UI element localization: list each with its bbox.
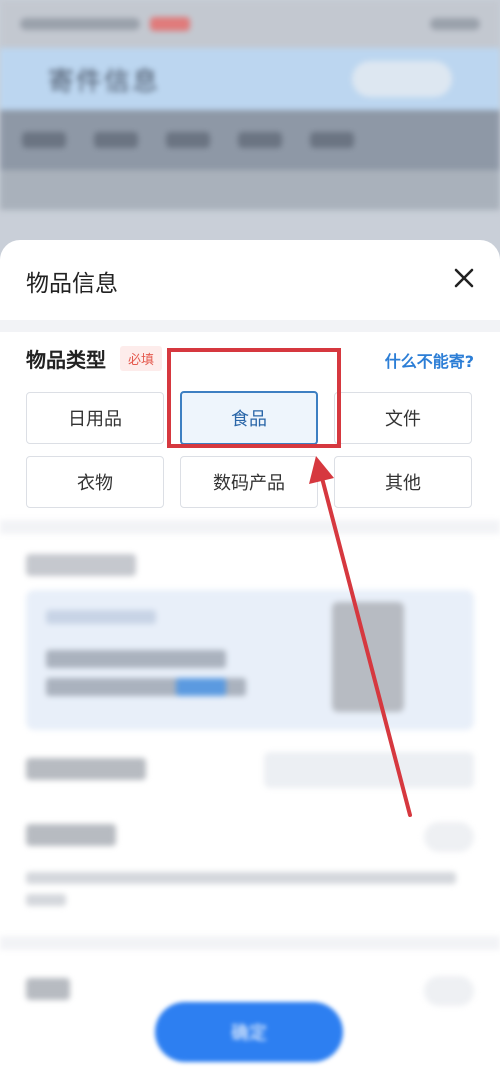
option-digital-products[interactable]: 数码产品 — [180, 456, 318, 508]
toggle-switch-2[interactable] — [424, 976, 474, 1006]
item-type-section: 物品类型 必填 什么不能寄? 日用品 食品 文件 衣物 数码产品 其他 — [0, 332, 500, 520]
quantity-stepper[interactable] — [264, 752, 474, 788]
option-documents[interactable]: 文件 — [334, 392, 472, 444]
required-badge: 必填 — [120, 346, 163, 371]
section-divider — [0, 320, 500, 332]
option-clothing[interactable]: 衣物 — [26, 456, 164, 508]
prohibited-items-link[interactable]: 什么不能寄? — [385, 348, 474, 372]
description-text — [26, 872, 474, 916]
item-type-options: 日用品 食品 文件 衣物 数码产品 其他 — [26, 391, 474, 520]
status-bar — [0, 0, 500, 48]
sheet-header: 物品信息 — [0, 240, 500, 320]
item-type-label: 物品类型 — [26, 348, 106, 372]
option-toggle-row — [26, 822, 474, 852]
blurred-lower-content — [0, 520, 500, 1006]
option-other[interactable]: 其他 — [334, 456, 472, 508]
option-food[interactable]: 食品 — [180, 391, 318, 445]
quantity-row — [26, 752, 474, 788]
baidu-watermark: Bai du 经验 — [367, 1043, 486, 1067]
sheet-title: 物品信息 — [26, 271, 118, 297]
header-capsule — [352, 61, 452, 97]
second-toggle-row — [26, 976, 474, 1006]
item-info-sheet: 物品信息 物品类型 必填 什么不能寄? 日用品 食品 文件 衣物 数码产品 其他 — [0, 240, 500, 1084]
close-icon[interactable] — [450, 264, 478, 292]
option-daily-goods[interactable]: 日用品 — [26, 392, 164, 444]
background-header: 寄件信息 — [0, 48, 500, 110]
toggle-switch[interactable] — [424, 822, 474, 852]
background-notice — [0, 170, 500, 210]
item-type-header: 物品类型 必填 什么不能寄? — [26, 332, 474, 392]
promo-card[interactable] — [26, 590, 474, 730]
background-title: 寄件信息 — [48, 66, 161, 97]
section-title-placeholder — [26, 554, 136, 576]
background-app: 寄件信息 — [0, 0, 500, 260]
background-tabs — [0, 110, 500, 170]
confirm-button[interactable]: 确定 — [155, 1002, 343, 1062]
